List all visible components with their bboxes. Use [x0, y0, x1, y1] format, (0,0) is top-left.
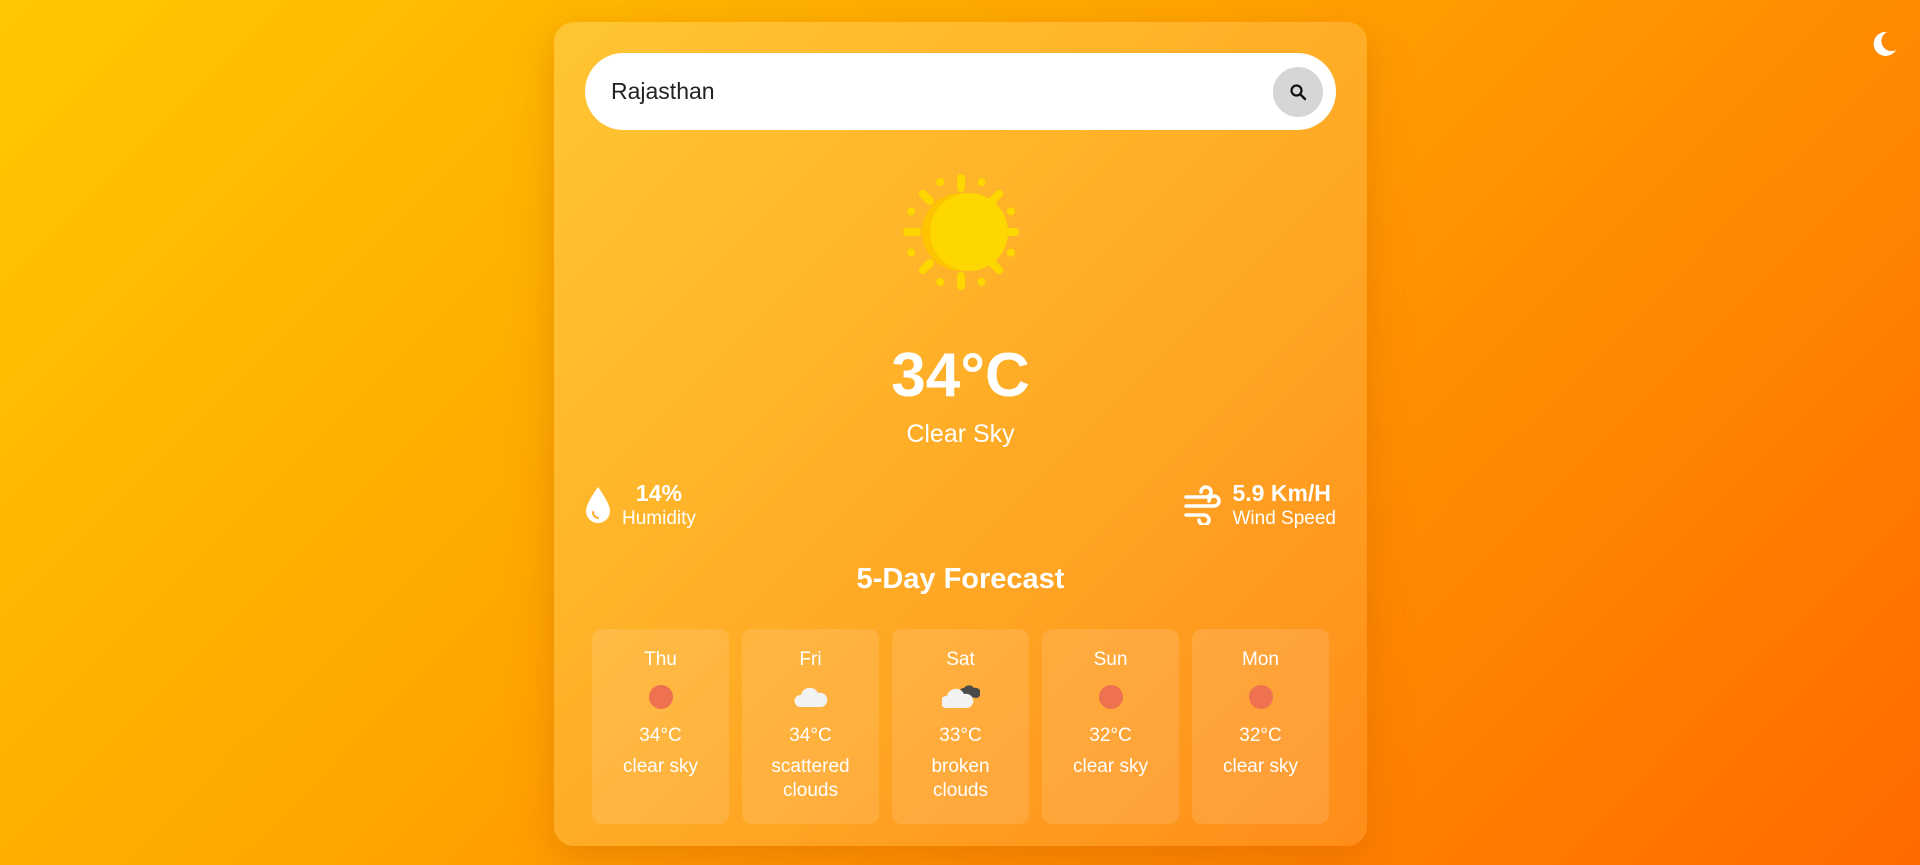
sun-icon	[903, 174, 1019, 290]
clear-sky-icon	[1248, 685, 1273, 709]
theme-toggle-button[interactable]	[1866, 26, 1902, 62]
forecast-day-name: Sun	[1093, 649, 1128, 670]
forecast-temp: 32°C	[1239, 725, 1282, 746]
clear-sky-icon	[648, 685, 673, 709]
search-button[interactable]	[1273, 67, 1323, 117]
wind-panel: 5.9 Km/H Wind Speed	[1184, 475, 1336, 535]
forecast-list: Thu 34°C clear sky Fri 34°C scattered cl…	[592, 629, 1329, 824]
forecast-day-card: Mon 32°C clear sky	[1192, 629, 1329, 824]
current-temperature: 34°C	[891, 341, 1030, 410]
city-search-input[interactable]	[611, 53, 1251, 130]
current-condition: Clear Sky	[906, 420, 1015, 448]
forecast-title: 5-Day Forecast	[856, 563, 1065, 595]
forecast-day-name: Sat	[946, 649, 975, 670]
forecast-desc: clear sky	[1223, 756, 1298, 777]
forecast-day-card: Sat 33°C broken clouds	[892, 629, 1029, 824]
forecast-day-card: Thu 34°C clear sky	[592, 629, 729, 824]
wind-speed-value: 5.9 Km/H	[1232, 480, 1331, 506]
humidity-value: 14%	[635, 480, 682, 506]
forecast-temp: 33°C	[939, 725, 982, 746]
search-icon	[1290, 84, 1307, 101]
forecast-desc: clear sky	[1073, 756, 1148, 777]
humidity-panel: 14% Humidity	[584, 475, 696, 535]
forecast-day-card: Sun 32°C clear sky	[1042, 629, 1179, 824]
search-bar	[585, 53, 1336, 130]
forecast-day-name: Fri	[799, 649, 822, 670]
humidity-label: Humidity	[622, 508, 696, 529]
forecast-temp: 34°C	[639, 725, 682, 746]
wind-speed-label: Wind Speed	[1232, 508, 1336, 529]
broken-clouds-icon	[941, 685, 980, 708]
forecast-desc: clear sky	[623, 756, 698, 777]
forecast-day-name: Thu	[644, 649, 677, 670]
forecast-temp: 34°C	[789, 725, 832, 746]
forecast-desc: broken clouds	[931, 756, 990, 801]
moon-icon	[1873, 31, 1896, 56]
weather-card: 34°C Clear Sky 14% Humidity 5.9 Km/H Win…	[554, 22, 1367, 846]
clear-sky-icon	[1098, 685, 1123, 709]
scattered-clouds-icon	[793, 687, 827, 707]
forecast-desc: scattered clouds	[771, 756, 850, 801]
wind-icon	[1184, 485, 1222, 525]
water-drop-icon	[586, 487, 610, 523]
forecast-temp: 32°C	[1089, 725, 1132, 746]
forecast-day-card: Fri 34°C scattered clouds	[742, 629, 879, 824]
forecast-day-name: Mon	[1242, 649, 1279, 670]
